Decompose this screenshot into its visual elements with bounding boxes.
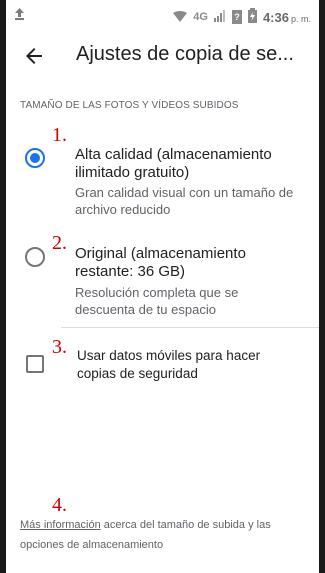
- wifi-icon: [173, 10, 188, 25]
- footer-info: Más información acerca del tamaño de sub…: [20, 515, 310, 555]
- annotation-1: 1.: [52, 124, 67, 146]
- option-subtitle: Resolución completa que se descuenta de …: [75, 285, 239, 317]
- annotation-2: 2.: [52, 232, 67, 254]
- back-arrow-icon[interactable]: [20, 42, 48, 70]
- radio-high-quality[interactable]: [25, 148, 45, 168]
- upload-icon: [14, 8, 25, 23]
- option-subtitle: Gran calidad visual con un tamaño de arc…: [75, 185, 294, 217]
- app-bar: Ajustes de copia de se...: [6, 32, 319, 80]
- more-info-link[interactable]: Más información: [20, 519, 101, 531]
- divider: [61, 327, 319, 328]
- network-type: 4G: [193, 11, 208, 23]
- phone-screen: 4G ? 4:36 p. m. Ajustes de copia de se...…: [6, 0, 319, 573]
- signal-icon: [213, 9, 226, 25]
- clock-time: 4:36: [262, 9, 289, 25]
- sim-alert-icon: ?: [231, 10, 242, 24]
- annotation-3: 3.: [52, 336, 67, 358]
- clock-ampm: p. m.: [290, 13, 311, 24]
- status-bar: 4G ? 4:36 p. m.: [6, 0, 319, 32]
- section-header: TAMAÑO DE LAS FOTOS Y VÍDEOS SUBIDOS: [20, 100, 239, 111]
- mobile-data-checkbox[interactable]: [26, 355, 44, 373]
- battery-charging-icon: [247, 8, 257, 26]
- page-title: Ajustes de copia de se...: [76, 43, 294, 65]
- annotation-4: 4.: [52, 494, 67, 516]
- option-title: Original (almacenamiento restante: 36 GB…: [75, 245, 246, 280]
- mobile-data-label[interactable]: Usar datos móviles para hacer copias de …: [77, 347, 297, 383]
- option-title: Alta calidad (almacenamiento ilimitado g…: [75, 146, 272, 181]
- radio-original[interactable]: [25, 247, 45, 267]
